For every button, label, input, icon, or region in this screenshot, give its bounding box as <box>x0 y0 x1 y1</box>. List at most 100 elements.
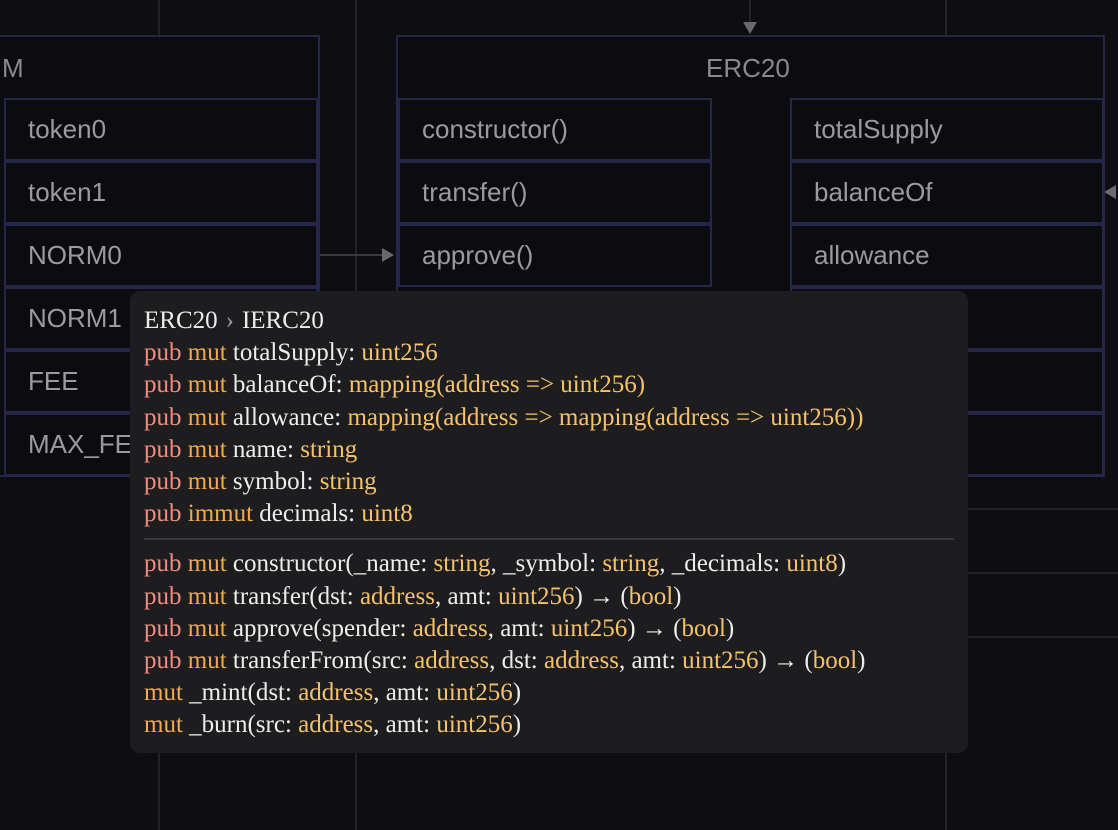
signature-token: totalSupply: <box>226 339 362 367</box>
keyword-token: immut <box>187 500 254 528</box>
method-row-transfer[interactable]: transfer() <box>398 161 712 224</box>
keyword-token: mut <box>144 679 183 707</box>
keyword-token: pub <box>144 403 182 431</box>
contract-tooltip: ERC20 › IERC20 pub mut totalSupply: uint25… <box>130 291 968 753</box>
method-signature: pub mut transferFrom(src: address, dst: … <box>144 645 968 677</box>
type-token: address <box>412 614 488 642</box>
signature-token: ) <box>512 711 522 739</box>
type-token: uint256 <box>436 711 513 739</box>
field-row-allowance[interactable]: allowance <box>790 224 1104 287</box>
type-token: uint256 <box>498 582 575 610</box>
method-signature: pub mut approve(spender: address, amt: u… <box>144 613 968 645</box>
signature-token: balanceOf: <box>226 371 349 399</box>
type-token: uint256 <box>436 679 513 707</box>
signature-token: ) <box>857 646 866 674</box>
signature-token: ) → ( <box>574 582 629 610</box>
type-token: uint256 <box>682 646 759 674</box>
signature-token: _burn(src: <box>182 711 299 739</box>
field-row-token0[interactable]: token0 <box>4 98 318 161</box>
method-signature: mut _mint(dst: address, amt: uint256) <box>144 677 968 709</box>
method-row-approve[interactable]: approve() <box>398 224 712 287</box>
breadcrumb-contract: ERC20 <box>144 307 218 334</box>
connector-line <box>749 0 751 24</box>
tooltip-methods-list: pub mut constructor(_name: string, _symb… <box>144 548 968 741</box>
signature-token: , amt: <box>373 711 437 739</box>
keyword-token: mut <box>144 711 183 739</box>
field-row-token1[interactable]: token1 <box>4 161 318 224</box>
type-token: uint8 <box>361 500 413 528</box>
type-token: address <box>298 679 374 707</box>
keyword-token: pub <box>144 582 182 610</box>
signature-token: symbol: <box>226 467 320 495</box>
keyword-token: mut <box>187 371 227 399</box>
signature-token: , amt: <box>434 582 499 610</box>
keyword-token: pub <box>144 339 182 367</box>
arrow-right-icon <box>382 248 394 262</box>
keyword-token: mut <box>187 339 227 367</box>
keyword-token: mut <box>187 614 227 642</box>
signature-token: approve(spender: <box>226 614 413 642</box>
keyword-token: pub <box>144 435 182 463</box>
keyword-token: mut <box>187 467 227 495</box>
type-token: bool <box>812 646 858 674</box>
arrow-left-icon <box>1104 185 1116 199</box>
tooltip-fields-list: pub mut totalSupply: uint256 pub mut bala… <box>144 337 968 530</box>
connector-line <box>158 0 160 36</box>
type-token: address <box>298 711 374 739</box>
field-row-norm0[interactable]: NORM0 <box>4 224 318 287</box>
connector-line <box>945 753 947 830</box>
type-token: mapping(address => mapping(address => ui… <box>347 403 864 431</box>
signature-token: , dst: <box>489 646 544 674</box>
keyword-token: pub <box>144 550 182 578</box>
type-token: uint256 <box>550 614 628 642</box>
type-token: address <box>414 646 490 674</box>
node-title: ERC20 <box>706 53 790 83</box>
signature-token: name: <box>226 435 301 463</box>
signature-token: ) → ( <box>627 614 682 642</box>
signature-token: , _symbol: <box>490 550 603 578</box>
signature-token: transferFrom(src: <box>226 646 415 674</box>
keyword-token: pub <box>144 646 182 674</box>
signature-token: ) <box>837 550 847 578</box>
type-token: address <box>543 646 619 674</box>
field-row-balance-of[interactable]: balanceOf <box>790 161 1104 224</box>
type-token: string <box>433 550 491 578</box>
tooltip-divider <box>144 538 954 541</box>
signature-token: ) <box>512 679 522 707</box>
arrow-down-icon <box>743 22 757 34</box>
type-token: uint8 <box>786 550 838 578</box>
connector-line <box>968 508 1118 510</box>
type-token: address <box>359 582 435 610</box>
keyword-token: mut <box>187 646 227 674</box>
signature-token: , amt: <box>487 614 551 642</box>
signature-token: , amt: <box>373 679 437 707</box>
connector-line <box>945 0 947 36</box>
breadcrumb-interface: IERC20 <box>241 307 324 334</box>
keyword-token: mut <box>187 403 227 431</box>
tooltip-breadcrumb: ERC20 › IERC20 <box>144 305 968 337</box>
connector-line <box>968 572 1118 574</box>
method-row-constructor[interactable]: constructor() <box>398 98 712 161</box>
field-row-total-supply[interactable]: totalSupply <box>790 98 1104 161</box>
signature-token: _mint(dst: <box>182 679 299 707</box>
keyword-token: pub <box>144 467 182 495</box>
node-title: M <box>2 53 24 83</box>
field-signature: pub immut decimals: uint8 <box>144 498 968 530</box>
signature-token: ) <box>725 614 735 642</box>
type-token: uint256 <box>361 339 438 367</box>
chevron-right-icon: › <box>225 307 234 334</box>
keyword-token: mut <box>187 435 227 463</box>
type-token: bool <box>681 614 726 642</box>
field-signature: pub mut symbol: string <box>144 466 968 498</box>
keyword-token: mut <box>187 582 227 610</box>
type-token: string <box>602 550 660 578</box>
field-signature: pub mut balanceOf: mapping(address => ui… <box>144 369 968 401</box>
type-token: bool <box>628 582 674 610</box>
signature-token: , amt: <box>618 646 683 674</box>
method-signature: pub mut constructor(_name: string, _symb… <box>144 548 968 580</box>
field-signature: pub mut totalSupply: uint256 <box>144 337 968 369</box>
keyword-token: pub <box>144 371 182 399</box>
signature-token: decimals: <box>253 500 362 528</box>
signature-token: ) <box>673 582 682 610</box>
method-signature: mut _burn(src: address, amt: uint256) <box>144 709 968 741</box>
